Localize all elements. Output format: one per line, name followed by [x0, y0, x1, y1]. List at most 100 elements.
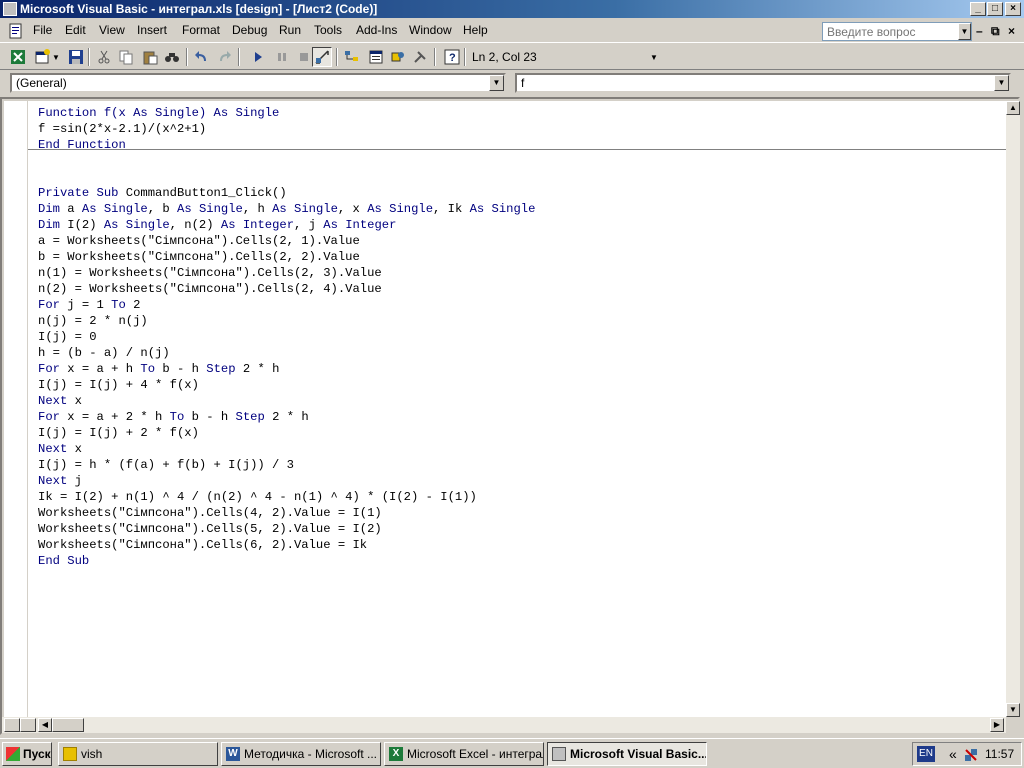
menu-bar: File Edit View Insert Format Debug Run T…: [0, 19, 1024, 43]
code-line[interactable]: For x = a + h To b - h Step 2 * h: [38, 361, 279, 377]
code-line[interactable]: Worksheets("Сімпсона").Cells(6, 2).Value…: [38, 537, 367, 553]
code-editor[interactable]: Function f(x As Single) As Single f =sin(…: [4, 101, 1006, 717]
code-line[interactable]: For x = a + 2 * h To b - h Step 2 * h: [38, 409, 309, 425]
code-text: x: [74, 442, 82, 456]
scroll-left-icon[interactable]: ◀: [38, 718, 52, 732]
code-keyword: End Sub: [38, 554, 90, 568]
menu-format[interactable]: Format: [182, 23, 220, 37]
vertical-scrollbar[interactable]: ▲ ▼: [1006, 101, 1020, 717]
code-line[interactable]: n(j) = 2 * n(j): [38, 313, 148, 329]
task-button-vba[interactable]: Microsoft Visual Basic...: [547, 742, 707, 766]
find-icon[interactable]: [162, 47, 182, 67]
excel-view-icon[interactable]: [8, 47, 28, 67]
code-line[interactable]: Next x: [38, 393, 82, 409]
horizontal-scrollbar[interactable]: ◀ ▶: [2, 717, 1006, 733]
code-line[interactable]: n(1) = Worksheets("Сімпсона").Cells(2, 3…: [38, 265, 382, 281]
child-restore-button[interactable]: ⧉: [991, 24, 1000, 39]
code-line[interactable]: End Sub: [38, 553, 89, 569]
child-close-button[interactable]: ×: [1008, 24, 1015, 38]
code-line[interactable]: I(j) = 0: [38, 329, 97, 345]
object-browser-icon[interactable]: [388, 47, 408, 67]
scroll-right-icon[interactable]: ▶: [990, 718, 1004, 732]
menu-run[interactable]: Run: [279, 23, 301, 37]
code-line[interactable]: h = (b - a) / n(j): [38, 345, 170, 361]
language-indicator[interactable]: EN: [917, 746, 935, 762]
menu-file[interactable]: File: [33, 23, 52, 37]
properties-window-icon[interactable]: [366, 47, 386, 67]
code-line[interactable]: b = Worksheets("Сімпсона").Cells(2, 2).V…: [38, 249, 360, 265]
code-line[interactable]: Next x: [38, 441, 82, 457]
code-line[interactable]: Ik = I(2) + n(1) ^ 4 / (n(2) ^ 4 - n(1) …: [38, 489, 477, 505]
help-icon[interactable]: ?: [442, 47, 462, 67]
help-question-input[interactable]: [822, 22, 972, 41]
paste-icon[interactable]: [140, 47, 160, 67]
code-keyword: As Single: [177, 202, 243, 216]
menu-add-ins[interactable]: Add-Ins: [356, 23, 397, 37]
minimize-button[interactable]: _: [970, 2, 986, 16]
vba-app-icon[interactable]: [3, 2, 17, 16]
undo-icon[interactable]: [192, 47, 212, 67]
code-line[interactable]: n(2) = Worksheets("Сімпсона").Cells(2, 4…: [38, 281, 382, 297]
margin-indicator-bar[interactable]: [4, 101, 28, 717]
run-icon[interactable]: [248, 47, 268, 67]
menu-debug[interactable]: Debug: [232, 23, 267, 37]
task-button-word[interactable]: W Методичка - Microsoft ...: [221, 742, 381, 766]
full-module-view-icon[interactable]: [20, 718, 36, 732]
code-line[interactable]: I(j) = h * (f(a) + f(b) + I(j)) / 3: [38, 457, 294, 473]
code-line[interactable]: Function f(x As Single) As Single: [38, 105, 279, 121]
help-dropdown-button[interactable]: ▼: [958, 23, 971, 40]
horizontal-scroll-thumb[interactable]: [52, 718, 84, 732]
clock[interactable]: 11:57: [985, 743, 1014, 765]
code-line[interactable]: Private Sub CommandButton1_Click(): [38, 185, 287, 201]
menu-insert[interactable]: Insert: [137, 23, 167, 37]
code-line[interactable]: I(j) = I(j) + 4 * f(x): [38, 377, 199, 393]
insert-dropdown-icon[interactable]: ▼: [50, 47, 62, 67]
code-line[interactable]: End Function: [38, 137, 126, 153]
code-line[interactable]: Worksheets("Сімпсона").Cells(4, 2).Value…: [38, 505, 382, 521]
menu-tools[interactable]: Tools: [314, 23, 342, 37]
procedure-combo[interactable]: f ▼: [515, 73, 1011, 93]
chevron-down-icon[interactable]: ▼: [489, 75, 504, 91]
copy-icon[interactable]: [116, 47, 136, 67]
code-line[interactable]: I(j) = I(j) + 2 * f(x): [38, 425, 199, 441]
toolbox-icon[interactable]: [410, 47, 430, 67]
network-icon[interactable]: [963, 747, 979, 763]
object-combo[interactable]: (General) ▼: [10, 73, 506, 93]
design-mode-icon[interactable]: [312, 47, 332, 67]
menu-view[interactable]: View: [99, 23, 125, 37]
code-text: I(2): [67, 218, 104, 232]
code-line[interactable]: Next j: [38, 473, 82, 489]
break-icon[interactable]: [272, 47, 292, 67]
scroll-down-icon[interactable]: ▼: [1006, 703, 1020, 717]
document-code-icon[interactable]: [8, 23, 24, 39]
close-button[interactable]: ×: [1005, 2, 1021, 16]
scroll-up-icon[interactable]: ▲: [1006, 101, 1020, 115]
project-explorer-icon[interactable]: [342, 47, 362, 67]
task-button-vish[interactable]: vish: [58, 742, 218, 766]
object-combo-value: (General): [16, 76, 67, 90]
redo-icon[interactable]: [214, 47, 234, 67]
maximize-button[interactable]: □: [987, 2, 1003, 16]
tray-expand-chevron[interactable]: «: [949, 743, 957, 765]
start-button[interactable]: Пуск: [2, 742, 52, 766]
task-button-excel[interactable]: X Microsoft Excel - интеграл: [384, 742, 544, 766]
toolbar-options-icon[interactable]: ▼: [648, 47, 660, 67]
cut-icon[interactable]: [94, 47, 114, 67]
menu-window[interactable]: Window: [409, 23, 452, 37]
title-bar[interactable]: Microsoft Visual Basic - интеграл.xls [d…: [0, 0, 1024, 18]
reset-icon[interactable]: [294, 47, 314, 67]
code-line[interactable]: f =sin(2*x-2.1)/(x^2+1): [38, 121, 206, 137]
menu-edit[interactable]: Edit: [65, 23, 86, 37]
child-minimize-button[interactable]: –: [976, 24, 983, 38]
code-line[interactable]: Dim I(2) As Single, n(2) As Integer, j A…: [38, 217, 396, 233]
code-line[interactable]: Worksheets("Сімпсона").Cells(5, 2).Value…: [38, 521, 382, 537]
save-icon[interactable]: [66, 47, 86, 67]
code-text: , b: [147, 202, 177, 216]
code-line[interactable]: a = Worksheets("Сімпсона").Cells(2, 1).V…: [38, 233, 360, 249]
chevron-down-icon[interactable]: ▼: [994, 75, 1009, 91]
menu-help[interactable]: Help: [463, 23, 488, 37]
insert-userform-icon[interactable]: [32, 47, 52, 67]
procedure-view-icon[interactable]: [4, 718, 20, 732]
code-line[interactable]: For j = 1 To 2: [38, 297, 140, 313]
code-line[interactable]: Dim a As Single, b As Single, h As Singl…: [38, 201, 535, 217]
